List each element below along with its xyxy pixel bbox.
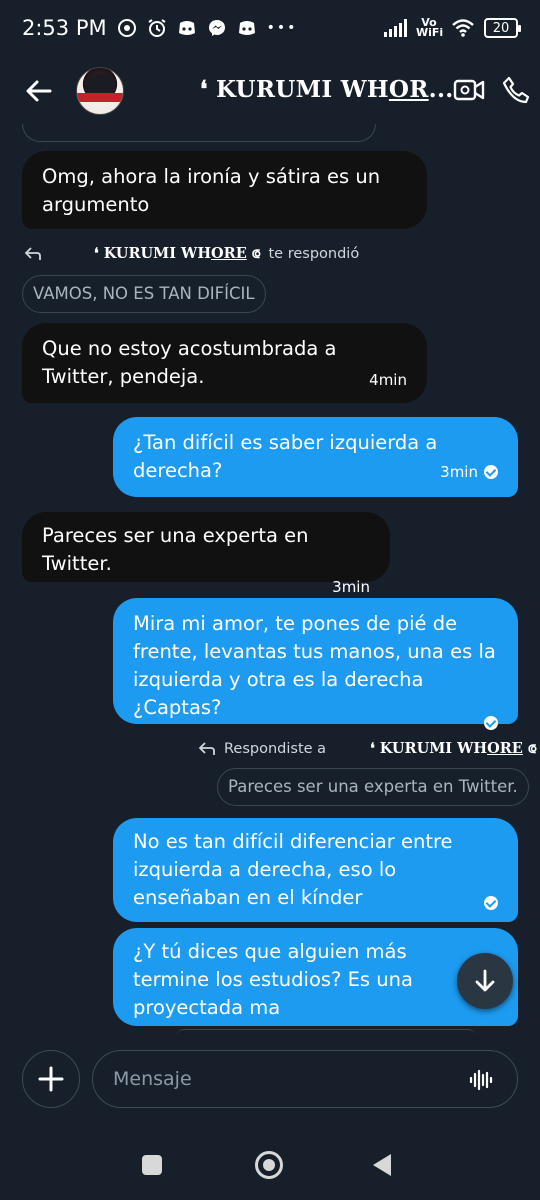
message-text: ¿Y tú dices que alguien más termine los …: [133, 940, 413, 1019]
arrow-left-icon[interactable]: [22, 74, 56, 108]
home-button[interactable]: [255, 1151, 283, 1179]
message-input[interactable]: [113, 1068, 453, 1090]
quoted-message-chip[interactable]: VAMOS, NO ES TAN DIFÍCIL: [22, 275, 266, 313]
message-bubble[interactable]: Mira mi amor, te pones de pié de frente,…: [113, 598, 518, 730]
signal-icon: [384, 19, 407, 37]
video-call-icon[interactable]: [453, 76, 485, 104]
message-list[interactable]: Omg, ahora la ironía y sátira es un argu…: [0, 124, 540, 1034]
sent-check-icon: [484, 465, 498, 479]
status-time: 2:53 PM: [22, 16, 107, 40]
message-text: Pareces ser una experta en Twitter.: [42, 524, 309, 575]
add-attachment-button[interactable]: [22, 1050, 80, 1108]
previous-quoted-chip: [22, 124, 376, 142]
back-button[interactable]: [373, 1154, 391, 1176]
message-bubble[interactable]: Omg, ahora la ironía y sátira es un argu…: [22, 151, 427, 229]
scroll-to-bottom-button[interactable]: [457, 953, 513, 1009]
messenger-icon: [208, 20, 225, 36]
sent-check-icon: [484, 896, 498, 910]
discord-icon: [238, 21, 255, 35]
message-bubble[interactable]: Que no estoy acostumbrada a Twitter, pen…: [22, 323, 427, 403]
more-notifications-icon: •••: [266, 20, 298, 36]
wifi-icon: [452, 19, 474, 37]
quoted-message-chip[interactable]: Pareces ser una experta en Twitter.: [217, 768, 529, 806]
message-input-container[interactable]: [92, 1050, 518, 1108]
whatsapp-icon: [117, 19, 136, 37]
reply-arrow-icon: [24, 246, 41, 260]
next-message-edge: [176, 1029, 476, 1034]
voice-wave-icon[interactable]: [469, 1068, 493, 1092]
chat-header: ❛ KURUMI WHOR...: [0, 58, 540, 124]
plus-icon: [38, 1066, 64, 1092]
phone-icon[interactable]: [501, 75, 531, 105]
conversation-title[interactable]: ❛ KURUMI WHOR...: [200, 76, 454, 103]
discord-icon: [178, 21, 195, 35]
vowifi-label: Vo WiFi: [416, 16, 444, 39]
message-bubble[interactable]: ¿Tan difícil es saber izquierda a derech…: [113, 417, 518, 497]
message-time: 3min: [332, 578, 370, 596]
status-bar: 2:53 PM ••• Vo WiFi 20: [0, 0, 540, 56]
reply-header-incoming: ❛ KURUMI WHORE ⟃ te respondió: [24, 245, 359, 262]
battery-indicator: 20: [484, 18, 521, 38]
reply-header-outgoing: Respondiste a ❛ KURUMI WHORE ⟃: [198, 740, 537, 757]
alarm-icon: [148, 19, 166, 37]
avatar[interactable]: [76, 67, 124, 115]
system-nav-bar: [0, 1140, 540, 1190]
message-text: Mira mi amor, te pones de pié de frente,…: [133, 612, 496, 719]
message-bubble[interactable]: Pareces ser una experta en Twitter. 3min: [22, 512, 390, 596]
message-time: 4min: [369, 371, 407, 389]
sent-check-icon: [484, 716, 498, 730]
message-bubble[interactable]: No es tan difícil diferenciar entre izqu…: [113, 818, 518, 922]
message-time: 3min: [440, 463, 478, 481]
message-composer: [0, 1050, 540, 1108]
recent-apps-button[interactable]: [142, 1155, 162, 1175]
arrow-down-icon: [475, 969, 495, 992]
message-text: Omg, ahora la ironía y sátira es un argu…: [42, 165, 381, 216]
reply-arrow-icon: [198, 741, 215, 755]
